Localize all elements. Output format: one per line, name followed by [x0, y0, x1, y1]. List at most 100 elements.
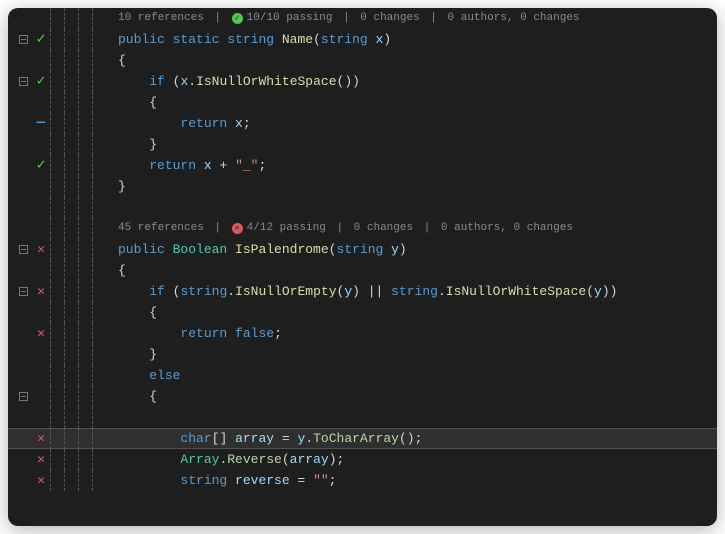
codelens-separator: | — [424, 8, 444, 29]
var-array: array — [235, 431, 274, 446]
type-array: Array — [180, 452, 219, 467]
type-string: string — [391, 284, 438, 299]
keyword-if: if — [149, 74, 165, 89]
codelens-separator: | — [417, 218, 437, 239]
pass-icon: ✓ — [232, 13, 243, 24]
brace: } — [118, 179, 126, 194]
paren: ) — [610, 284, 618, 299]
method-isnullorempty: IsNullOrEmpty — [235, 284, 336, 299]
code-line[interactable]: { — [8, 302, 717, 323]
paren: ) — [407, 431, 415, 446]
brace: { — [118, 263, 126, 278]
code-line[interactable]: } — [8, 134, 717, 155]
collapse-icon[interactable] — [16, 285, 30, 299]
dot: . — [227, 284, 235, 299]
unchanged-icon: — — [34, 117, 48, 131]
brace: } — [149, 137, 157, 152]
type-boolean: Boolean — [173, 242, 228, 257]
code-line[interactable]: { — [8, 260, 717, 281]
collapse-icon[interactable] — [16, 33, 30, 47]
semicolon: ; — [337, 452, 345, 467]
method-tochararray: ToCharArray — [313, 431, 399, 446]
codelens-changes[interactable]: 0 changes — [360, 8, 419, 29]
codelens-tests[interactable]: 4/12 passing — [247, 218, 326, 239]
collapse-icon[interactable] — [16, 243, 30, 257]
code-line[interactable]: } — [8, 176, 717, 197]
test-pass-icon: ✓ — [34, 75, 48, 89]
var-x: x — [204, 158, 212, 173]
var-reverse: reverse — [235, 473, 290, 488]
type-string: string — [321, 32, 368, 47]
collapse-icon[interactable] — [16, 390, 30, 404]
code-line[interactable]: { — [8, 92, 717, 113]
param-y: y — [391, 242, 399, 257]
method-name: Name — [282, 32, 313, 47]
paren: ) — [329, 452, 337, 467]
test-fail-icon: ✕ — [34, 285, 48, 299]
keyword-public: public — [118, 32, 165, 47]
code-line[interactable]: ✓ if (x.IsNullOrWhiteSpace()) — [8, 71, 717, 92]
var-x: x — [235, 116, 243, 131]
test-fail-icon: ✕ — [34, 474, 48, 488]
code-line[interactable]: ✓ public static string Name(string x) — [8, 29, 717, 50]
paren: ) — [352, 74, 360, 89]
paren: ) — [399, 242, 407, 257]
code-line[interactable]: } — [8, 344, 717, 365]
code-line[interactable]: ✓ return x + "_"; — [8, 155, 717, 176]
code-line[interactable]: ✕ if (string.IsNullOrEmpty(y) || string.… — [8, 281, 717, 302]
method-ispalendrome: IsPalendrome — [235, 242, 329, 257]
codelens-row: 45 references | ✕ 4/12 passing | 0 chang… — [8, 218, 717, 239]
or-op: || — [360, 284, 391, 299]
dot: . — [188, 74, 196, 89]
paren: ) — [352, 284, 360, 299]
keyword-return: return — [149, 158, 196, 173]
string-literal: "_" — [235, 158, 258, 173]
code-line[interactable]: { — [8, 386, 717, 407]
code-line[interactable]: ✕ Array.Reverse(array); — [8, 449, 717, 470]
keyword-if: if — [149, 284, 165, 299]
code-line[interactable]: else — [8, 365, 717, 386]
code-line[interactable] — [8, 407, 717, 428]
code-line[interactable]: — return x; — [8, 113, 717, 134]
codelens-authors[interactable]: 0 authors, 0 changes — [441, 218, 573, 239]
semicolon: ; — [415, 431, 423, 446]
string-literal: "" — [313, 473, 329, 488]
semicolon: ; — [243, 116, 251, 131]
paren: ( — [399, 431, 407, 446]
dot: . — [438, 284, 446, 299]
codelens-references[interactable]: 10 references — [118, 8, 204, 29]
brace: { — [118, 53, 126, 68]
plus-op: + — [212, 158, 235, 173]
semicolon: ; — [329, 473, 337, 488]
codelens-tests[interactable]: 10/10 passing — [247, 8, 333, 29]
code-line[interactable]: ✕ public Boolean IsPalendrome(string y) — [8, 239, 717, 260]
brace: { — [149, 95, 157, 110]
code-line[interactable]: ✕ string reverse = ""; — [8, 470, 717, 491]
paren: ( — [586, 284, 594, 299]
test-fail-icon: ✕ — [34, 327, 48, 341]
method-isnullorwhitespace: IsNullOrWhiteSpace — [446, 284, 586, 299]
codelens-authors[interactable]: 0 authors, 0 changes — [448, 8, 580, 29]
codelens-references[interactable]: 45 references — [118, 218, 204, 239]
keyword-return: return — [180, 326, 227, 341]
test-pass-icon: ✓ — [34, 159, 48, 173]
test-fail-icon: ✕ — [34, 243, 48, 257]
code-line[interactable] — [8, 197, 717, 218]
code-line[interactable]: { — [8, 50, 717, 71]
type-string: string — [180, 284, 227, 299]
code-editor[interactable]: 10 references | ✓ 10/10 passing | 0 chan… — [8, 8, 717, 526]
codelens-separator: | — [336, 8, 356, 29]
codelens-changes[interactable]: 0 changes — [354, 218, 413, 239]
fail-icon: ✕ — [232, 223, 243, 234]
var-y: y — [344, 284, 352, 299]
codelens-row: 10 references | ✓ 10/10 passing | 0 chan… — [8, 8, 717, 29]
code-line[interactable]: ✕ return false; — [8, 323, 717, 344]
code-line-current[interactable]: ✕ char[] array = y.ToCharArray(); — [8, 428, 717, 449]
collapse-icon[interactable] — [16, 75, 30, 89]
test-fail-icon: ✕ — [34, 453, 48, 467]
keyword-return: return — [180, 116, 227, 131]
keyword-static: static — [173, 32, 220, 47]
paren: ( — [282, 452, 290, 467]
codelens-separator: | — [330, 218, 350, 239]
type-char: char — [180, 431, 211, 446]
